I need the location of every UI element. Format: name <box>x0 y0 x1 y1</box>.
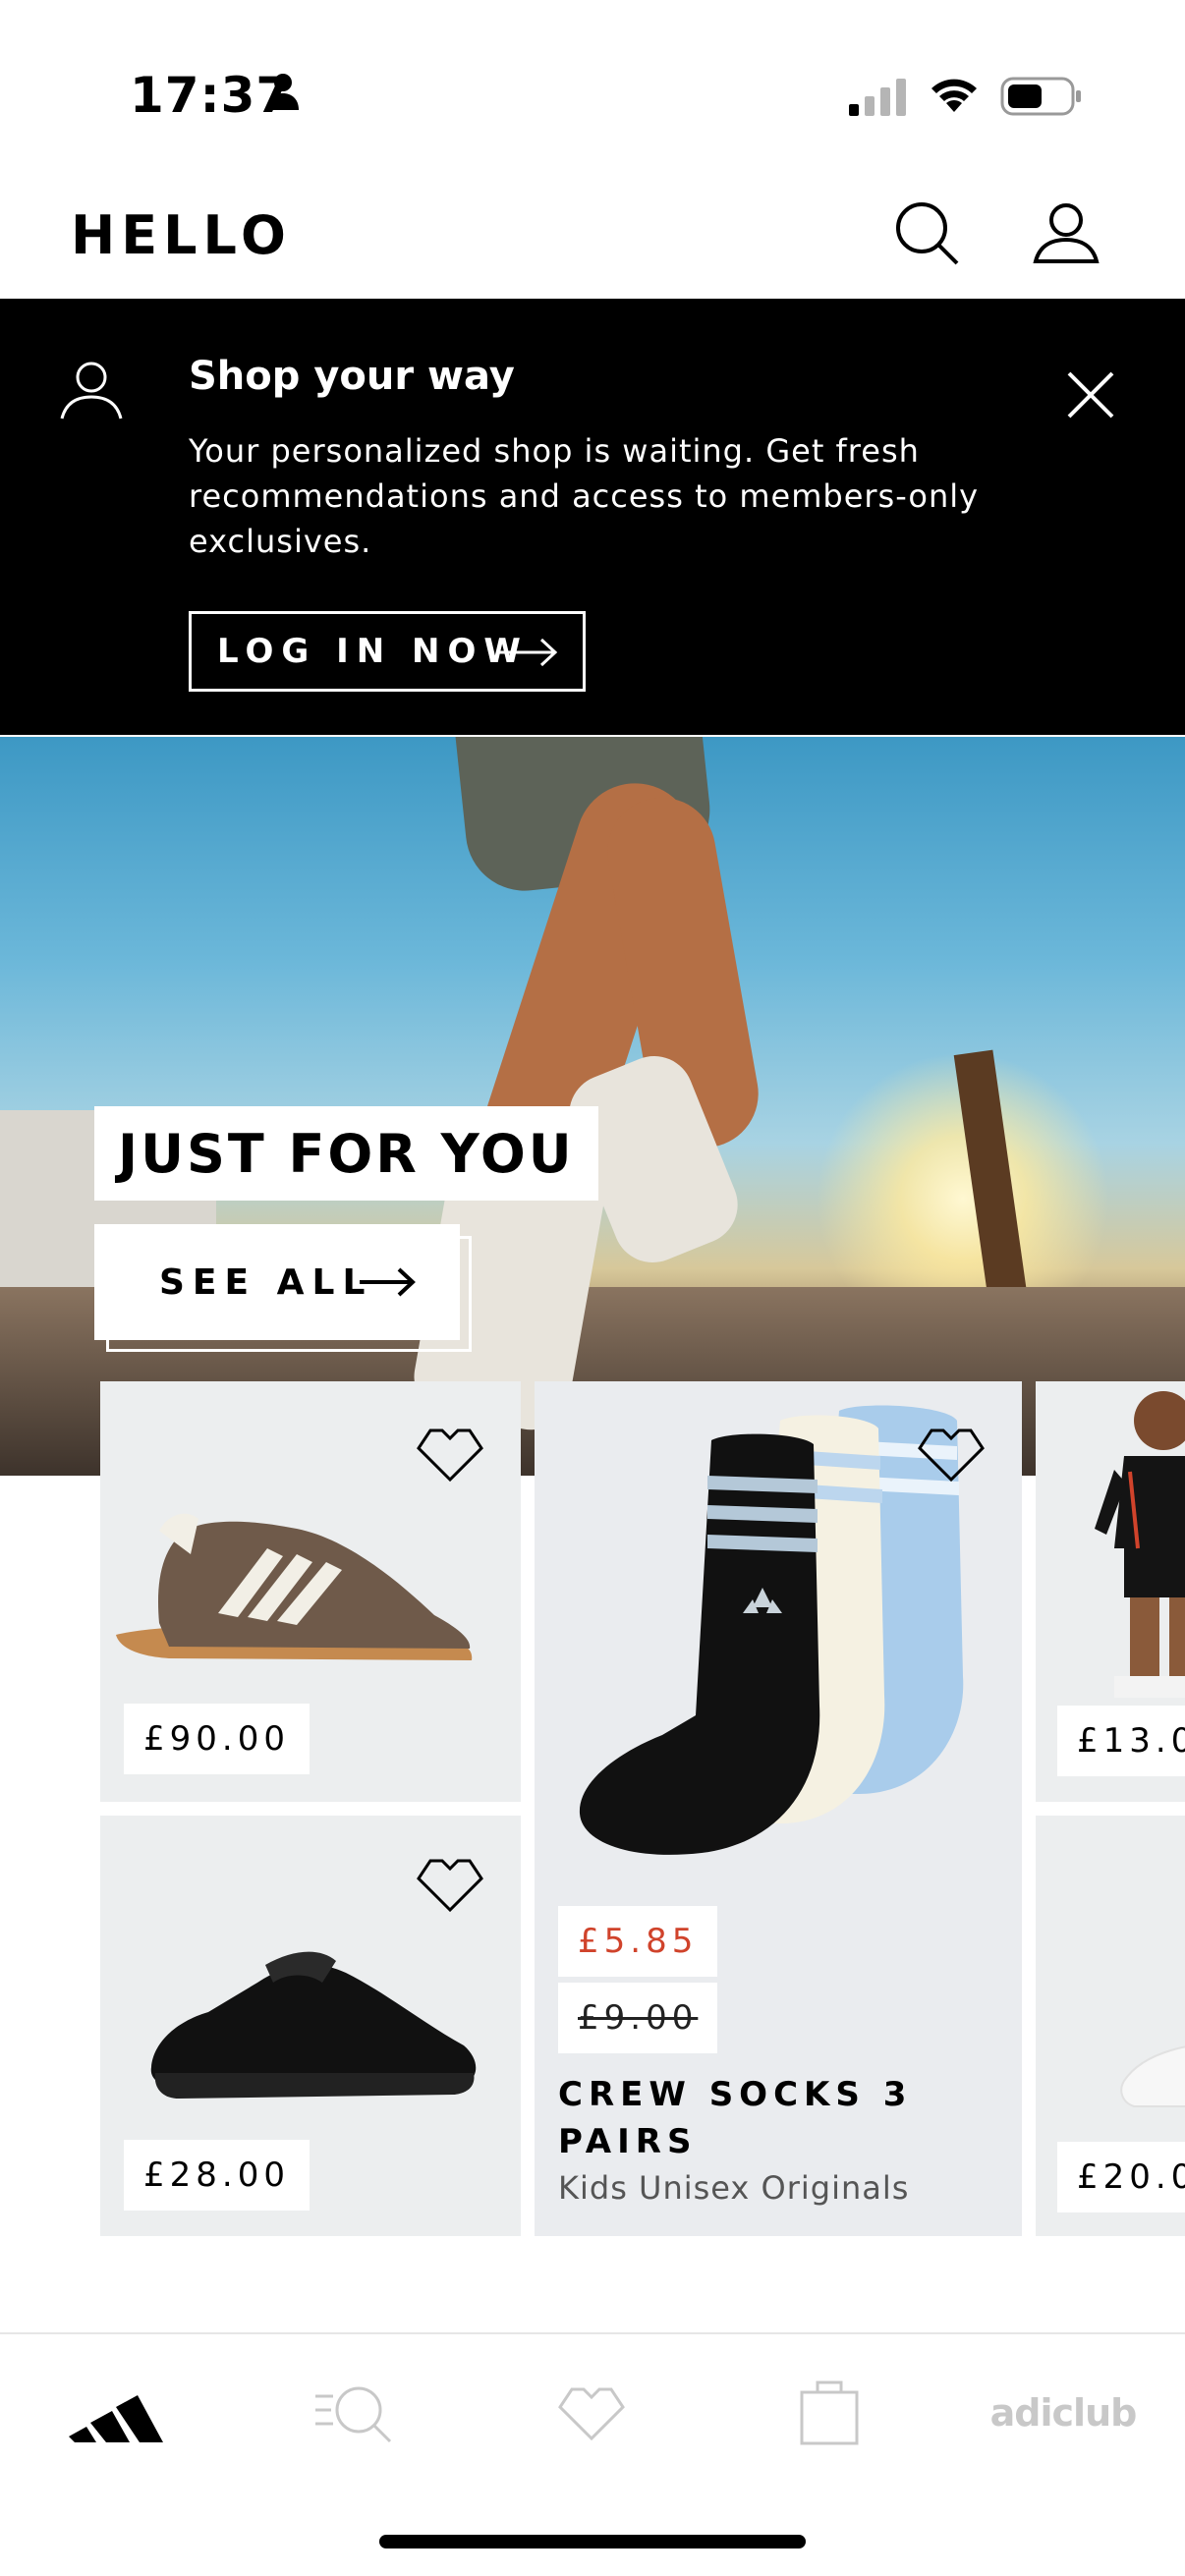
account-button[interactable] <box>1030 196 1102 269</box>
search-icon <box>896 202 959 265</box>
search-button[interactable] <box>890 196 963 269</box>
product-price: £90.00 <box>124 1704 310 1774</box>
bag-icon <box>800 2380 859 2445</box>
product-card[interactable]: £5.85 £9.00 CREW SOCKS 3 PAIRS Kids Unis… <box>535 1381 1022 2236</box>
close-banner-button[interactable] <box>1063 367 1118 422</box>
log-in-now-label: LOG IN NOW <box>217 632 529 671</box>
nav-bag[interactable] <box>770 2374 888 2452</box>
heart-icon <box>558 2387 625 2441</box>
just-for-you-label: JUST FOR YOU <box>94 1106 598 1201</box>
section-title: JUST FOR YOU <box>118 1122 575 1185</box>
arrow-right-icon <box>498 638 558 667</box>
wishlist-button[interactable] <box>413 1425 487 1484</box>
arrow-right-icon <box>360 1267 416 1297</box>
heart-icon <box>417 1428 483 1483</box>
battery-icon <box>1000 77 1081 116</box>
login-promo-banner: Shop your way Your personalized shop is … <box>0 299 1185 735</box>
product-title: CREW SOCKS 3 PAIRS <box>558 2075 913 2161</box>
heart-icon <box>918 1428 985 1483</box>
user-icon <box>1033 203 1100 263</box>
banner-description: Your personalized shop is waiting. Get f… <box>189 432 980 560</box>
page-title: HELLO <box>71 204 292 266</box>
product-card[interactable]: £13.0 <box>1036 1381 1185 1802</box>
nav-search[interactable] <box>295 2374 413 2452</box>
product-subtitle: Kids Unisex Originals <box>558 2169 910 2207</box>
close-icon <box>1067 371 1114 419</box>
home-indicator[interactable] <box>379 2535 806 2548</box>
status-bar: 17:37 <box>0 0 1185 187</box>
user-icon <box>60 362 123 420</box>
adidas-logo-icon <box>69 2395 163 2442</box>
see-all-label: SEE ALL <box>159 1261 373 1303</box>
wifi-icon <box>931 79 977 112</box>
see-all-button[interactable]: SEE ALL <box>94 1224 460 1340</box>
search-list-icon <box>315 2386 392 2443</box>
person-icon <box>267 74 299 110</box>
heart-icon <box>417 1859 483 1913</box>
product-price: £20.0 <box>1057 2142 1185 2212</box>
nav-home[interactable] <box>57 2374 175 2452</box>
product-price: £13.0 <box>1057 1706 1185 1776</box>
original-price: £9.00 <box>558 1983 718 2053</box>
signal-icon <box>849 79 906 116</box>
product-price: £28.00 <box>124 2140 310 2211</box>
nav-wishlist[interactable] <box>533 2374 650 2452</box>
product-card[interactable]: £20.0 <box>1036 1816 1185 2236</box>
banner-title: Shop your way <box>189 354 515 399</box>
nav-adiclub[interactable]: adiclub <box>985 2374 1142 2452</box>
wishlist-button[interactable] <box>914 1425 988 1484</box>
sale-price: £5.85 <box>558 1906 718 1977</box>
product-card[interactable]: £28.00 <box>100 1816 521 2236</box>
product-card[interactable]: £90.00 <box>100 1381 521 1802</box>
wishlist-button[interactable] <box>413 1855 487 1914</box>
adiclub-label: adiclub <box>989 2391 1138 2435</box>
log-in-now-button[interactable]: LOG IN NOW <box>189 611 586 692</box>
